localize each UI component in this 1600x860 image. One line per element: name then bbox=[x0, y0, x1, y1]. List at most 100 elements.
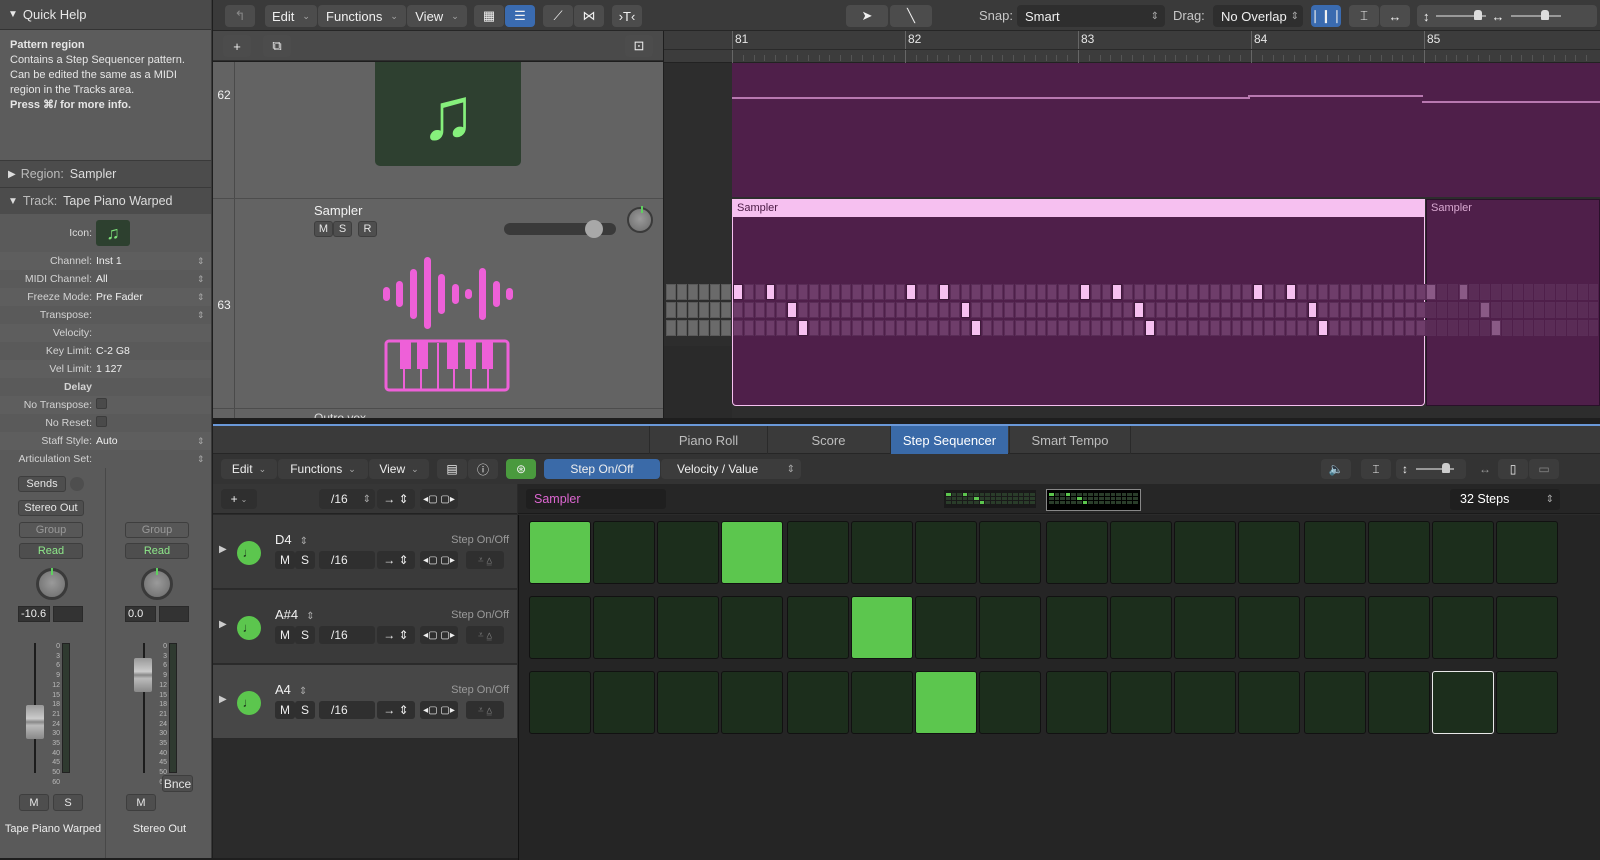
row-solo-button[interactable]: S bbox=[295, 626, 315, 644]
horizontal-auto-zoom-button[interactable]: ↔ bbox=[1380, 5, 1410, 27]
tab-smart-tempo[interactable]: Smart Tempo bbox=[1009, 426, 1131, 454]
add-track-button[interactable]: + bbox=[223, 35, 251, 57]
step[interactable] bbox=[1367, 671, 1430, 734]
step[interactable] bbox=[915, 521, 978, 584]
stepper-icon[interactable]: ⇕ bbox=[300, 536, 308, 547]
bar-ruler[interactable]: 81 82 83 84 85 bbox=[664, 31, 1600, 63]
checkbox[interactable] bbox=[96, 398, 107, 409]
horizontal-zoom-slider[interactable] bbox=[1510, 10, 1561, 20]
step[interactable] bbox=[1045, 521, 1108, 584]
track-pan-knob[interactable] bbox=[627, 206, 653, 233]
track-icon-music-note[interactable]: ♫ bbox=[375, 62, 521, 166]
row-mute-button[interactable]: M bbox=[275, 551, 295, 569]
editor-functions-menu[interactable]: Functions ⌄ bbox=[278, 459, 368, 479]
output-button[interactable]: Stereo Out bbox=[18, 500, 84, 516]
row-note-name[interactable]: A4 ⇕ bbox=[275, 682, 307, 697]
secondary-tool[interactable]: ╲ bbox=[890, 5, 932, 27]
vertical-auto-zoom-button[interactable]: ⌶ bbox=[1349, 5, 1379, 27]
row-mute-button[interactable]: M bbox=[275, 701, 295, 719]
pan-knob[interactable] bbox=[36, 568, 68, 600]
row-offset-buttons[interactable]: ◂▢ ▢▸ bbox=[420, 551, 458, 569]
step[interactable] bbox=[1109, 596, 1172, 659]
sends-indicator[interactable] bbox=[70, 477, 84, 491]
step[interactable] bbox=[1495, 671, 1558, 734]
wide-step-button[interactable]: ▭ bbox=[1529, 459, 1559, 479]
offset-buttons[interactable]: ◂▢ ▢▸ bbox=[420, 489, 458, 509]
disclosure-right-icon[interactable]: ▶ bbox=[8, 169, 16, 180]
view-menu[interactable]: View ⌄ bbox=[407, 5, 467, 27]
property-row[interactable]: Freeze Mode: Pre Fader ⇕ bbox=[0, 288, 211, 306]
quick-help-header[interactable]: ▼ Quick Help bbox=[0, 0, 211, 30]
pattern-name[interactable]: Sampler bbox=[526, 489, 666, 509]
step[interactable] bbox=[593, 596, 655, 659]
row-solo-button[interactable]: S bbox=[295, 701, 315, 719]
stepper-icon[interactable]: ⇕ bbox=[197, 454, 211, 465]
step[interactable] bbox=[1109, 671, 1172, 734]
region-section-header[interactable]: ▶ Region: Sampler bbox=[0, 160, 211, 187]
step[interactable] bbox=[1045, 671, 1108, 734]
stepper-icon[interactable]: ⇕ bbox=[299, 686, 307, 697]
stepper-icon[interactable]: ⇕ bbox=[197, 292, 211, 303]
grid-view-button[interactable]: ▦ bbox=[474, 5, 504, 27]
step[interactable] bbox=[1173, 521, 1236, 584]
step[interactable] bbox=[1237, 596, 1300, 659]
step[interactable] bbox=[657, 596, 719, 659]
step[interactable] bbox=[1303, 521, 1366, 584]
stepper-icon[interactable]: ⇕ bbox=[197, 310, 211, 321]
midi-in-button[interactable]: ⊛ bbox=[506, 459, 536, 479]
snap-select[interactable]: Smart ⇕ bbox=[1017, 5, 1165, 27]
solo-button[interactable]: S bbox=[53, 794, 83, 811]
track-solo-button[interactable]: S bbox=[333, 221, 352, 237]
track-mute-button[interactable]: M bbox=[314, 221, 333, 237]
list-view-button[interactable]: ☰ bbox=[505, 5, 535, 27]
narrow-step-button[interactable]: ▯ bbox=[1498, 459, 1528, 479]
step-on[interactable] bbox=[851, 596, 914, 659]
midi-region-track-62[interactable] bbox=[732, 63, 1600, 197]
stepper-icon[interactable]: ⇕ bbox=[306, 611, 314, 622]
row-playback-select[interactable]: → ⇕ bbox=[377, 626, 415, 644]
track-icon-music-note[interactable]: ♫ bbox=[96, 220, 130, 246]
step[interactable] bbox=[1173, 596, 1236, 659]
stepper-icon[interactable]: ⇕ bbox=[197, 436, 211, 447]
step[interactable] bbox=[1431, 521, 1494, 584]
functions-menu[interactable]: Functions ⌄ bbox=[318, 5, 406, 27]
row-offset-buttons[interactable]: ◂▢ ▢▸ bbox=[420, 626, 458, 644]
add-row-button[interactable]: + ⌄ bbox=[221, 489, 257, 509]
volume-fader-handle[interactable] bbox=[26, 705, 44, 739]
step[interactable] bbox=[593, 671, 655, 734]
track-record-button[interactable]: R bbox=[358, 221, 377, 237]
edit-menu[interactable]: Edit ⌄ bbox=[265, 5, 317, 27]
step-on[interactable] bbox=[529, 521, 591, 584]
property-value[interactable]: Auto bbox=[96, 435, 197, 447]
pointer-tool[interactable]: ➤ bbox=[846, 5, 888, 27]
property-row[interactable]: MIDI Channel: All ⇕ bbox=[0, 270, 211, 288]
property-row[interactable]: Transpose: ⇕ bbox=[0, 306, 211, 324]
vertical-fit-button[interactable]: ⌶ bbox=[1361, 459, 1391, 479]
step[interactable] bbox=[1431, 596, 1494, 659]
volume-fader-handle[interactable] bbox=[134, 658, 152, 692]
row-rate-select[interactable]: /16 bbox=[319, 551, 375, 569]
duplicate-track-button[interactable]: ⧉ bbox=[263, 35, 291, 57]
sends-button[interactable]: Sends bbox=[18, 476, 66, 492]
row-playback-select[interactable]: → ⇕ bbox=[377, 551, 415, 569]
track-volume-slider[interactable] bbox=[504, 220, 616, 238]
step[interactable] bbox=[1045, 596, 1108, 659]
property-value[interactable]: All bbox=[96, 273, 197, 285]
row-height-slider[interactable]: ↕ bbox=[1396, 459, 1466, 479]
track-section-header[interactable]: ▼ Track: Tape Piano Warped bbox=[0, 187, 211, 214]
waveform-zoom-button[interactable]: ❘❙❘ bbox=[1310, 5, 1342, 27]
automation-mode-button[interactable]: Read bbox=[19, 543, 83, 559]
property-value[interactable]: Pre Fader bbox=[96, 291, 197, 303]
row-note-name[interactable]: D4 ⇕ bbox=[275, 532, 308, 547]
volume-thumb[interactable] bbox=[584, 220, 603, 238]
mute-button[interactable]: M bbox=[126, 794, 156, 811]
stepper-icon[interactable]: ⇕ bbox=[197, 274, 211, 285]
step[interactable] bbox=[529, 596, 591, 659]
step[interactable] bbox=[1237, 671, 1300, 734]
step[interactable] bbox=[979, 521, 1042, 584]
step[interactable] bbox=[1367, 521, 1430, 584]
row-rate-select[interactable]: /16 bbox=[319, 626, 375, 644]
disclosure-down-icon[interactable]: ▼ bbox=[8, 9, 18, 20]
row-playback-select[interactable]: → ⇕ bbox=[377, 701, 415, 719]
row-solo-button[interactable]: S bbox=[295, 551, 315, 569]
